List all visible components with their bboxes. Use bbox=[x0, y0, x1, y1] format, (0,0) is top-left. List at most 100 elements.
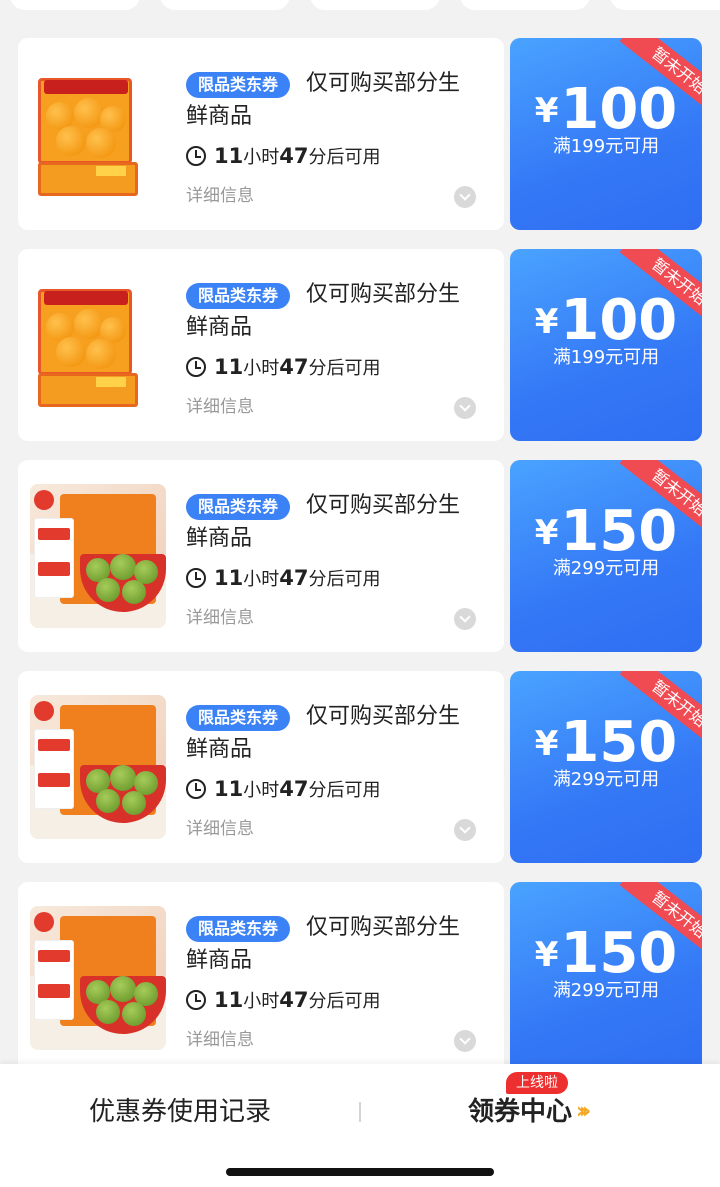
coupon-type-badge: 限品类东券 bbox=[186, 494, 291, 520]
countdown-suffix: 分后可用 bbox=[308, 780, 381, 801]
countdown-suffix: 分后可用 bbox=[308, 147, 381, 168]
countdown-hours-unit: 小时 bbox=[243, 780, 280, 801]
coupon-title: 仅可购买部分生 bbox=[306, 71, 461, 96]
filter-tab[interactable] bbox=[160, 0, 290, 10]
coupon-title-cont: 鲜商品 bbox=[186, 526, 253, 551]
countdown-hours: 11 bbox=[214, 988, 244, 1012]
coupon-card[interactable]: 限品类东券 仅可购买部分生 鲜商品 11 小时 47 分后可用 详细信息 暂未开… bbox=[18, 38, 702, 230]
detail-link[interactable]: 详细信息 bbox=[186, 605, 254, 631]
double-chevron-right-icon: ››› bbox=[576, 1099, 591, 1124]
detail-link[interactable]: 详细信息 bbox=[186, 183, 254, 209]
coupon-value-panel[interactable]: 暂未开始 ¥100 满199元可用 bbox=[510, 38, 702, 230]
currency-symbol: ¥ bbox=[534, 302, 559, 342]
filter-tab[interactable] bbox=[10, 0, 140, 10]
currency-symbol: ¥ bbox=[534, 513, 559, 553]
coupon-amount: ¥100 bbox=[510, 289, 702, 353]
countdown-suffix: 分后可用 bbox=[308, 358, 381, 379]
coupon-card[interactable]: 限品类东券 仅可购买部分生 鲜商品 11 小时 47 分后可用 详细信息 暂未开… bbox=[18, 671, 702, 863]
currency-symbol: ¥ bbox=[534, 91, 559, 131]
countdown-minutes: 47 bbox=[279, 988, 309, 1012]
divider bbox=[359, 1102, 361, 1122]
coupon-card[interactable]: 限品类东券 仅可购买部分生 鲜商品 11 小时 47 分后可用 详细信息 暂未开… bbox=[18, 249, 702, 441]
product-thumbnail[interactable] bbox=[30, 906, 166, 1050]
coupon-card[interactable]: 限品类东券 仅可购买部分生 鲜商品 11 小时 47 分后可用 详细信息 暂未开… bbox=[18, 882, 702, 1074]
chevron-down-icon[interactable] bbox=[454, 819, 476, 841]
product-thumbnail[interactable] bbox=[30, 695, 166, 839]
clock-icon bbox=[186, 990, 206, 1010]
filter-tab[interactable] bbox=[460, 0, 590, 10]
amount-value: 100 bbox=[560, 288, 678, 353]
coupon-card[interactable]: 限品类东券 仅可购买部分生 鲜商品 11 小时 47 分后可用 详细信息 暂未开… bbox=[18, 460, 702, 652]
countdown-minutes: 47 bbox=[279, 777, 309, 801]
clock-icon bbox=[186, 568, 206, 588]
coupon-title-cont: 鲜商品 bbox=[186, 737, 253, 762]
filter-tab[interactable] bbox=[310, 0, 440, 10]
countdown: 11 小时 47 分后可用 bbox=[186, 564, 380, 592]
chevron-down-icon[interactable] bbox=[454, 1030, 476, 1052]
coupon-value-panel[interactable]: 暂未开始 ¥150 满299元可用 bbox=[510, 671, 702, 863]
countdown-suffix: 分后可用 bbox=[308, 569, 381, 590]
countdown-hours-unit: 小时 bbox=[243, 991, 280, 1012]
new-badge: 上线啦 bbox=[506, 1072, 568, 1094]
coupon-amount: ¥150 bbox=[510, 500, 702, 564]
amount-value: 150 bbox=[560, 499, 678, 564]
product-thumbnail[interactable] bbox=[30, 62, 166, 206]
countdown-suffix: 分后可用 bbox=[308, 991, 381, 1012]
countdown-hours-unit: 小时 bbox=[243, 569, 280, 590]
coupon-value-panel[interactable]: 暂未开始 ¥100 满199元可用 bbox=[510, 249, 702, 441]
countdown: 11 小时 47 分后可用 bbox=[186, 142, 380, 170]
detail-link[interactable]: 详细信息 bbox=[186, 816, 254, 842]
coupon-type-badge: 限品类东券 bbox=[186, 283, 291, 309]
coupon-center-button[interactable]: 领券中心 ››› bbox=[468, 1092, 591, 1132]
coupon-type-badge: 限品类东券 bbox=[186, 72, 291, 98]
coupon-condition: 满299元可用 bbox=[552, 558, 660, 579]
detail-link[interactable]: 详细信息 bbox=[186, 1027, 254, 1053]
amount-value: 150 bbox=[560, 710, 678, 775]
filter-tab[interactable] bbox=[610, 0, 720, 10]
countdown-hours-unit: 小时 bbox=[243, 358, 280, 379]
countdown-hours: 11 bbox=[214, 144, 244, 168]
coupon-amount: ¥150 bbox=[510, 922, 702, 986]
currency-symbol: ¥ bbox=[534, 724, 559, 764]
chevron-down-icon[interactable] bbox=[454, 608, 476, 630]
clock-icon bbox=[186, 357, 206, 377]
countdown-minutes: 47 bbox=[279, 144, 309, 168]
coupon-info: 限品类东券 仅可购买部分生 鲜商品 11 小时 47 分后可用 详细信息 bbox=[18, 249, 504, 441]
countdown-minutes: 47 bbox=[279, 566, 309, 590]
coupon-amount: ¥150 bbox=[510, 711, 702, 775]
top-filter-tabs bbox=[0, 0, 720, 22]
coupon-title: 仅可购买部分生 bbox=[306, 493, 461, 518]
home-indicator[interactable] bbox=[226, 1168, 494, 1176]
coupon-condition: 满299元可用 bbox=[552, 769, 660, 790]
chevron-down-icon[interactable] bbox=[454, 397, 476, 419]
clock-icon bbox=[186, 146, 206, 166]
countdown: 11 小时 47 分后可用 bbox=[186, 986, 380, 1014]
coupon-center-label: 领券中心 bbox=[468, 1097, 573, 1127]
product-thumbnail[interactable] bbox=[30, 273, 166, 417]
coupon-info: 限品类东券 仅可购买部分生 鲜商品 11 小时 47 分后可用 详细信息 bbox=[18, 38, 504, 230]
coupon-info: 限品类东券 仅可购买部分生 鲜商品 11 小时 47 分后可用 详细信息 bbox=[18, 460, 504, 652]
countdown-hours: 11 bbox=[214, 566, 244, 590]
coupon-title-cont: 鲜商品 bbox=[186, 948, 253, 973]
coupon-title: 仅可购买部分生 bbox=[306, 915, 461, 940]
coupon-amount: ¥100 bbox=[510, 78, 702, 142]
countdown: 11 小时 47 分后可用 bbox=[186, 775, 380, 803]
countdown-hours: 11 bbox=[214, 777, 244, 801]
amount-value: 100 bbox=[560, 77, 678, 142]
coupon-condition: 满199元可用 bbox=[552, 347, 660, 368]
countdown-hours: 11 bbox=[214, 355, 244, 379]
bottom-bar: 优惠券使用记录 领券中心 ››› 上线啦 bbox=[0, 1064, 720, 1187]
coupon-title: 仅可购买部分生 bbox=[306, 282, 461, 307]
detail-link[interactable]: 详细信息 bbox=[186, 394, 254, 420]
coupon-value-panel[interactable]: 暂未开始 ¥150 满299元可用 bbox=[510, 460, 702, 652]
product-thumbnail[interactable] bbox=[30, 484, 166, 628]
coupon-type-badge: 限品类东券 bbox=[186, 705, 291, 731]
countdown-hours-unit: 小时 bbox=[243, 147, 280, 168]
chevron-down-icon[interactable] bbox=[454, 186, 476, 208]
coupon-info: 限品类东券 仅可购买部分生 鲜商品 11 小时 47 分后可用 详细信息 bbox=[18, 882, 504, 1074]
coupon-condition: 满299元可用 bbox=[552, 980, 660, 1001]
countdown: 11 小时 47 分后可用 bbox=[186, 353, 380, 381]
coupon-history-button[interactable]: 优惠券使用记录 bbox=[0, 1092, 360, 1132]
coupon-value-panel[interactable]: 暂未开始 ¥150 满299元可用 bbox=[510, 882, 702, 1074]
coupon-title: 仅可购买部分生 bbox=[306, 704, 461, 729]
